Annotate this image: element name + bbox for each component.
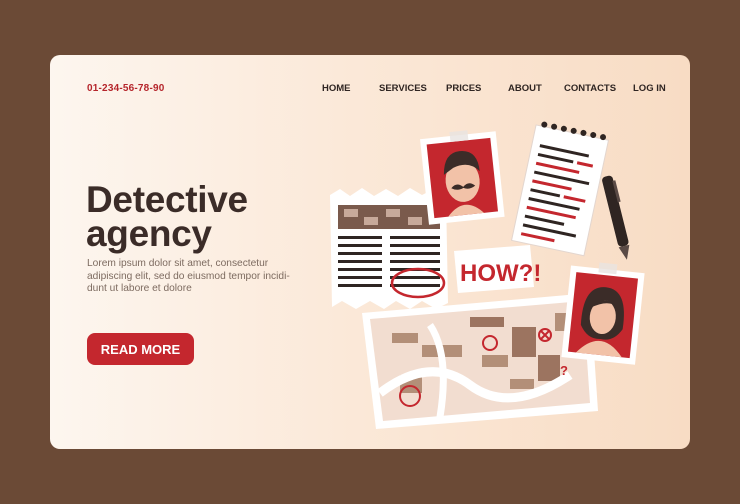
detective-illustration: ? HOW?! xyxy=(330,121,645,429)
landing-card: 01-234-56-78-90 HOME SERVICES PRICES ABO… xyxy=(50,55,690,449)
city-map-icon: ? xyxy=(362,293,598,429)
sticker-text: HOW?! xyxy=(460,260,541,287)
suspect-photo-man xyxy=(420,130,505,225)
how-sticker: HOW?! xyxy=(454,245,541,293)
svg-text:?: ? xyxy=(560,363,568,378)
notepad-icon xyxy=(510,121,610,257)
suspect-photo-woman xyxy=(561,262,645,365)
pen-icon xyxy=(602,175,630,260)
